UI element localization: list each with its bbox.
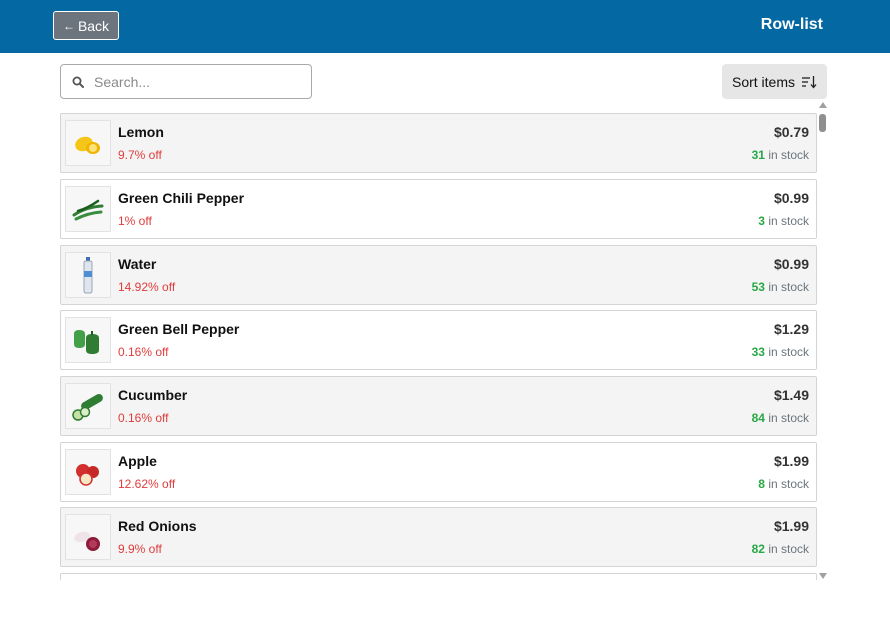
list-item[interactable]: Lemon 9.7% off $0.79 31 in stock bbox=[60, 113, 817, 173]
scroll-down-arrow-icon[interactable] bbox=[819, 573, 827, 579]
item-price: $0.99 bbox=[773, 190, 809, 206]
item-stock: 8 in stock bbox=[758, 477, 809, 491]
item-stock: 84 in stock bbox=[752, 411, 809, 425]
search-box[interactable] bbox=[60, 64, 312, 99]
item-name: Cucumber bbox=[118, 387, 188, 403]
item-image-apple bbox=[65, 449, 111, 495]
stock-count: 31 bbox=[751, 148, 765, 162]
item-image-lemon bbox=[65, 120, 111, 166]
list-item[interactable]: Apple 12.62% off $1.99 8 in stock bbox=[60, 442, 817, 502]
item-image-red-onion bbox=[65, 514, 111, 560]
item-discount: 14.92% off bbox=[118, 280, 176, 294]
list-item[interactable]: Red Onions 9.9% off $1.99 82 in stock bbox=[60, 507, 817, 567]
item-discount: 9.9% off bbox=[118, 542, 162, 556]
item-discount: 1% off bbox=[118, 214, 152, 228]
item-image-green-chili-pepper bbox=[65, 186, 111, 232]
item-stock: 33 in stock bbox=[752, 345, 809, 359]
list-item[interactable]: Green Bell Pepper 0.16% off $1.29 33 in … bbox=[60, 310, 817, 370]
item-name: Apple bbox=[118, 453, 157, 469]
list-scrollbar[interactable] bbox=[817, 101, 829, 580]
item-stock: 53 in stock bbox=[752, 280, 809, 294]
scroll-up-arrow-icon[interactable] bbox=[819, 102, 827, 108]
stock-count: 82 bbox=[751, 542, 765, 556]
search-icon bbox=[72, 76, 84, 88]
stock-suffix: in stock bbox=[764, 345, 809, 359]
sort-items-button[interactable]: Sort items bbox=[722, 64, 827, 99]
item-discount: 0.16% off bbox=[118, 411, 169, 425]
item-name: Lemon bbox=[118, 124, 164, 140]
item-stock: 82 in stock bbox=[752, 542, 809, 556]
item-discount: 9.7% off bbox=[118, 148, 162, 162]
back-button[interactable]: ← Back bbox=[53, 11, 119, 40]
stock-count: 3 bbox=[758, 214, 765, 228]
sort-icon bbox=[802, 75, 817, 89]
item-price: $1.49 bbox=[773, 387, 809, 403]
item-price: $1.99 bbox=[773, 453, 809, 469]
item-price: $0.79 bbox=[773, 124, 809, 140]
list-item-partial[interactable] bbox=[60, 573, 817, 580]
item-name: Water bbox=[118, 256, 157, 272]
list-item[interactable]: Green Chili Pepper 1% off $0.99 3 in sto… bbox=[60, 179, 817, 239]
item-image-water-bottle bbox=[65, 252, 111, 298]
stock-count: 33 bbox=[751, 345, 765, 359]
item-discount: 12.62% off bbox=[118, 477, 176, 491]
stock-suffix: in stock bbox=[764, 280, 809, 294]
item-image-green-bell-pepper bbox=[65, 317, 111, 363]
stock-suffix: in stock bbox=[764, 542, 809, 556]
scrollbar-thumb[interactable] bbox=[819, 114, 826, 132]
item-image-cucumber bbox=[65, 383, 111, 429]
item-price: $1.99 bbox=[773, 518, 809, 534]
stock-suffix: in stock bbox=[764, 148, 809, 162]
item-stock: 31 in stock bbox=[752, 148, 809, 162]
arrow-left-icon: ← bbox=[62, 18, 75, 33]
item-price: $0.99 bbox=[773, 256, 809, 272]
item-list[interactable]: Lemon 9.7% off $0.79 31 in stock Green C… bbox=[60, 113, 817, 580]
item-name: Green Chili Pepper bbox=[118, 190, 245, 206]
stock-count: 53 bbox=[751, 280, 765, 294]
item-name: Red Onions bbox=[118, 518, 197, 534]
search-input[interactable] bbox=[92, 72, 296, 91]
item-price: $1.29 bbox=[773, 321, 809, 337]
list-item[interactable]: Cucumber 0.16% off $1.49 84 in stock bbox=[60, 376, 817, 436]
back-label: Back bbox=[77, 17, 110, 34]
stock-suffix: in stock bbox=[764, 214, 809, 228]
item-discount: 0.16% off bbox=[118, 345, 169, 359]
stock-suffix: in stock bbox=[764, 411, 809, 425]
list-item[interactable]: Water 14.92% off $0.99 53 in stock bbox=[60, 245, 817, 305]
app-header: ← Back Row-list bbox=[0, 0, 890, 53]
stock-count: 8 bbox=[758, 477, 765, 491]
item-stock: 3 in stock bbox=[758, 214, 809, 228]
sort-label: Sort items bbox=[731, 73, 795, 90]
stock-suffix: in stock bbox=[764, 477, 809, 491]
stock-count: 84 bbox=[751, 411, 765, 425]
item-name: Green Bell Pepper bbox=[118, 321, 240, 337]
page-title: Row-list bbox=[760, 16, 823, 33]
